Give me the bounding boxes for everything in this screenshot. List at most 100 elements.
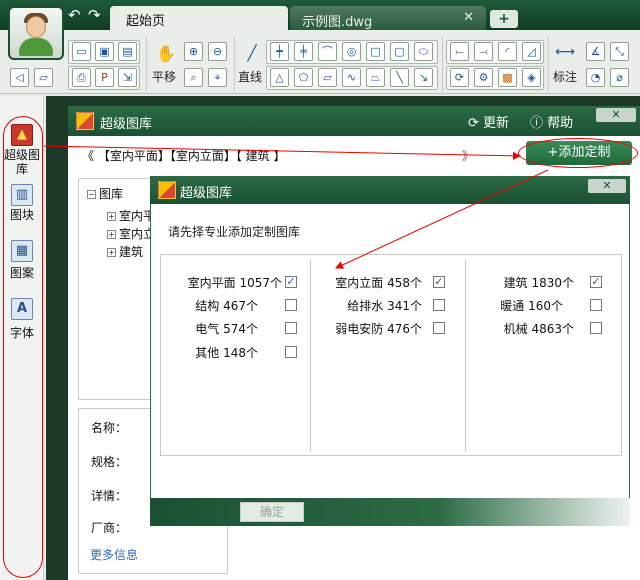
dialog-title: 超级图库 [180, 186, 233, 201]
spline-icon[interactable]: ∿ [342, 68, 361, 87]
angle-dimension-icon[interactable]: ∡ [586, 42, 605, 61]
parallelogram-icon[interactable]: ▱ [318, 68, 337, 87]
question-icon: ⓘ [530, 116, 548, 131]
option-checkbox[interactable] [433, 299, 445, 311]
circle-icon[interactable]: ◎ [342, 42, 361, 61]
gear-icon[interactable]: ⚙ [474, 68, 493, 87]
arc-icon[interactable]: ⌒ [318, 42, 337, 61]
option-label: 电气 574个 [195, 322, 258, 336]
tree-item[interactable]: + 建筑 [107, 243, 143, 260]
collapse-icon[interactable]: − [87, 190, 96, 199]
line-label[interactable]: 直线 [238, 68, 262, 85]
forward-arrow-icon[interactable]: ↷ [88, 8, 101, 23]
tree-item-root[interactable]: − 图库 [87, 185, 123, 202]
fillet-icon[interactable]: ◜ [498, 42, 517, 61]
rounded-rectangle-icon[interactable]: ▢ [390, 42, 409, 61]
hatch-fill-icon[interactable]: ▩ [498, 68, 517, 87]
paint-bucket-icon[interactable]: ◈ [522, 68, 541, 87]
confirm-button[interactable]: 确定 [240, 502, 304, 522]
option-checkbox[interactable] [285, 322, 297, 334]
update-button[interactable]: ⟳ 更新 [468, 112, 509, 131]
back-icon[interactable]: ◁ [10, 68, 29, 87]
polyline-icon[interactable]: ┿ [270, 42, 289, 61]
more-info-link[interactable]: 更多信息 [90, 546, 138, 563]
option-checkbox[interactable]: ✓ [285, 276, 297, 288]
rotate-icon[interactable]: ⟳ [450, 68, 469, 87]
trim-icon[interactable]: ⤚ [450, 42, 469, 61]
option-checkbox[interactable] [590, 322, 602, 334]
option-label: 建筑 1830个 [503, 276, 574, 290]
save-as-icon[interactable]: ▤ [118, 42, 137, 61]
print-icon[interactable]: ⎙ [72, 68, 91, 87]
triangle-icon[interactable]: △ [270, 68, 289, 87]
line-icon[interactable]: ╱ [242, 44, 262, 64]
pan-label[interactable]: 平移 [152, 68, 176, 85]
tree-item[interactable]: + 室内立 [107, 225, 155, 242]
category-next-arrow[interactable]: 》 [462, 147, 474, 164]
tab-label: 示例图.dwg [302, 15, 373, 30]
pan-hand-icon[interactable]: ✋ [154, 44, 178, 64]
option-label: 结构 467个 [195, 299, 258, 313]
dimension-icon[interactable]: ⟷ [554, 44, 576, 64]
back-arrow-icon[interactable]: ↶ [68, 8, 81, 23]
export-icon[interactable]: ⇲ [118, 68, 137, 87]
expand-icon[interactable]: + [107, 212, 116, 221]
save-icon[interactable]: ▣ [95, 42, 114, 61]
new-file-icon[interactable]: ▱ [34, 68, 53, 87]
option-checkbox[interactable] [590, 299, 602, 311]
library-close-button[interactable]: ✕ [596, 108, 636, 122]
column-divider [310, 260, 311, 452]
category-breadcrumb[interactable]: 《 【室内平面】【室内立面】【 建筑 】 [82, 147, 285, 164]
ray-icon[interactable]: ↘ [414, 68, 433, 87]
vendor-label: 厂商： [91, 521, 128, 535]
library-header: 超级图库 ⟳ 更新 ⓘ 帮助 [68, 106, 640, 136]
zoom-out-icon[interactable]: ⊖ [208, 42, 227, 61]
option-label: 室内平面 1057个 [187, 276, 282, 290]
option-checkbox[interactable]: ✓ [590, 276, 602, 288]
radius-dimension-icon[interactable]: ◔ [586, 68, 605, 87]
dialog-logo-icon [158, 181, 176, 199]
tab-example-drawing[interactable]: 示例图.dwg ✕ [290, 6, 486, 30]
open-folder-icon[interactable]: ▭ [72, 42, 91, 61]
extend-icon[interactable]: ⤙ [474, 42, 493, 61]
option-checkbox[interactable] [285, 299, 297, 311]
ellipse-icon[interactable]: ⬭ [414, 42, 433, 61]
library-logo-icon [76, 112, 94, 130]
pentagon-icon[interactable]: ⬠ [294, 68, 313, 87]
expand-icon[interactable]: + [107, 248, 116, 257]
expand-icon[interactable]: + [107, 230, 116, 239]
close-tab-icon[interactable]: ✕ [463, 10, 474, 25]
column-divider [465, 260, 466, 452]
spec-label: 规格： [91, 455, 128, 469]
tree-label: 图库 [99, 187, 124, 201]
option-label: 室内立面 458个 [335, 276, 422, 290]
option-label: 给排水 341个 [347, 299, 422, 313]
aligned-dimension-icon[interactable]: ⤡ [610, 42, 629, 61]
zoom-extents-icon[interactable]: ⌖ [208, 68, 227, 87]
help-label: 帮助 [547, 116, 574, 131]
tree-item[interactable]: + 室内平 [107, 207, 155, 224]
pdf-icon[interactable]: P [95, 68, 114, 87]
option-checkbox[interactable] [433, 322, 445, 334]
help-button[interactable]: ⓘ 帮助 [530, 112, 573, 131]
name-label: 名称： [91, 421, 128, 435]
red-highlight-ellipse [518, 138, 638, 168]
chamfer-icon[interactable]: ◿ [522, 42, 541, 61]
tab-start-page[interactable]: 起始页 [110, 6, 288, 30]
option-checkbox[interactable] [285, 346, 297, 358]
toolbar-separator [548, 36, 549, 92]
user-avatar[interactable] [8, 6, 64, 60]
rectangle-icon[interactable]: □ [366, 42, 385, 61]
dimension-label[interactable]: 标注 [553, 68, 577, 85]
tab-label: 起始页 [126, 14, 166, 29]
diagonal-line-icon[interactable]: ╲ [390, 68, 409, 87]
construction-line-icon[interactable]: ╪ [294, 42, 313, 61]
option-checkbox[interactable]: ✓ [433, 276, 445, 288]
trapezoid-icon[interactable]: ⏢ [366, 68, 385, 87]
zoom-window-icon[interactable]: ⌕ [184, 68, 203, 87]
option-label: 弱电安防 476个 [335, 322, 422, 336]
add-tab-button[interactable]: + [490, 10, 518, 28]
diameter-dimension-icon[interactable]: ⌀ [610, 68, 629, 87]
zoom-in-icon[interactable]: ⊕ [184, 42, 203, 61]
dialog-close-button[interactable]: ✕ [588, 179, 626, 193]
